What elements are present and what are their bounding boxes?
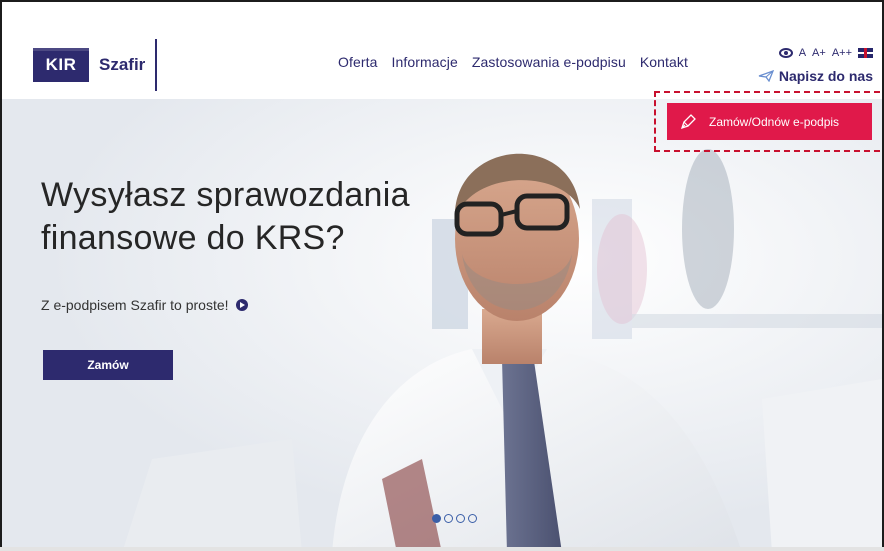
write-to-us-label: Napisz do nas <box>778 68 873 84</box>
browser-frame: KIR Szafir Oferta Informacje Zastosowani… <box>0 0 884 551</box>
carousel-dot-4[interactable] <box>468 514 477 523</box>
accessibility-bar: A A+ A++ <box>778 47 873 59</box>
hero-photo-man <box>2 99 882 551</box>
szafir-logo-text: Szafir <box>99 55 146 74</box>
order-renew-esignature-button[interactable]: Zamów/Odnów e-podpis <box>667 103 872 140</box>
kir-szafir-logo[interactable]: KIR Szafir <box>33 39 158 91</box>
kir-logo-text: KIR <box>45 55 77 74</box>
carousel-dot-2[interactable] <box>444 514 453 523</box>
carousel-dots <box>432 514 477 523</box>
hero-subtitle-text: Z e-podpisem Szafir to proste! <box>41 297 229 313</box>
logo-divider <box>155 39 158 91</box>
page-bottom-edge <box>0 547 884 551</box>
nav-zastosowania[interactable]: Zastosowania e-podpisu <box>472 54 626 70</box>
site-header: KIR Szafir Oferta Informacje Zastosowani… <box>2 2 882 99</box>
uk-flag-icon[interactable] <box>858 48 873 58</box>
hero-banner: Wysyłasz sprawozdania finansowe do KRS? … <box>2 99 882 551</box>
nav-oferta[interactable]: Oferta <box>338 54 378 70</box>
font-size-normal[interactable]: A <box>799 47 806 59</box>
carousel-dot-1[interactable] <box>432 514 441 523</box>
hero-subtitle[interactable]: Z e-podpisem Szafir to proste! <box>41 297 248 313</box>
kir-logo-box: KIR <box>33 48 89 82</box>
pen-icon <box>680 113 696 129</box>
order-renew-label: Zamów/Odnów e-podpis <box>709 114 840 129</box>
main-nav: Oferta Informacje Zastosowania e-podpisu… <box>338 54 688 70</box>
hero-headline: Wysyłasz sprawozdania finansowe do KRS? <box>41 176 410 257</box>
arrow-right-circle-icon[interactable] <box>235 299 248 311</box>
carousel-dot-3[interactable] <box>456 514 465 523</box>
font-size-xlarge[interactable]: A++ <box>832 47 852 59</box>
write-to-us-link[interactable]: Napisz do nas <box>758 68 873 84</box>
nav-kontakt[interactable]: Kontakt <box>640 54 688 70</box>
paper-plane-icon <box>758 70 774 82</box>
font-size-large[interactable]: A+ <box>812 47 826 59</box>
nav-informacje[interactable]: Informacje <box>392 54 458 70</box>
order-button[interactable]: Zamów <box>43 350 173 380</box>
eye-icon[interactable] <box>778 48 793 58</box>
